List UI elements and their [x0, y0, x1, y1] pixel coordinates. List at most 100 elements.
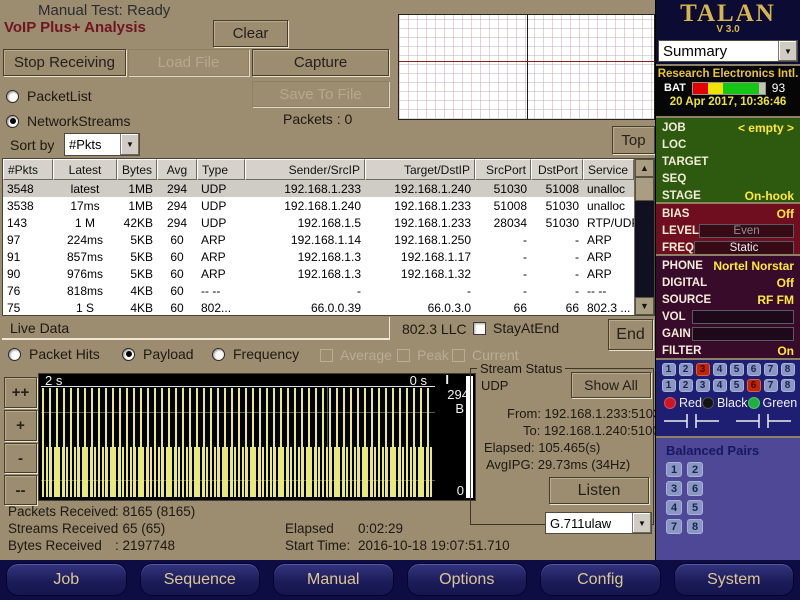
balanced-pair-button[interactable]: 4 [666, 500, 682, 515]
status-text: Manual Test: Ready [38, 2, 170, 19]
capture-button[interactable]: Capture [252, 49, 389, 76]
zoom-out-fast-button[interactable]: -- [4, 475, 37, 505]
chevron-down-icon[interactable]: ▼ [778, 41, 797, 61]
checkbox-average[interactable]: Average [320, 347, 392, 363]
balanced-pair-button[interactable]: 1 [666, 462, 682, 477]
column-header[interactable]: Avg [157, 159, 197, 180]
pair-number-button[interactable]: 4 [713, 379, 727, 392]
nav-sequence-button[interactable]: Sequence [140, 563, 261, 596]
listen-button[interactable]: Listen [549, 477, 649, 504]
top-button[interactable]: Top [612, 126, 655, 154]
scroll-down-icon[interactable]: ▼ [635, 297, 654, 315]
scroll-up-icon[interactable]: ▲ [635, 159, 654, 177]
zoom-out-button[interactable]: - [4, 443, 37, 473]
pair-number-button[interactable]: 7 [764, 363, 778, 376]
table-cell: - [531, 282, 583, 299]
table-cell: unalloc [583, 180, 634, 197]
pair-number-button[interactable]: 5 [730, 363, 744, 376]
pair-number-button[interactable]: 6 [747, 363, 761, 376]
column-header[interactable]: Latest [53, 159, 117, 180]
field-value[interactable] [692, 327, 794, 341]
balanced-pair-button[interactable]: 2 [687, 462, 703, 477]
pair-number-button[interactable]: 8 [781, 363, 795, 376]
radio-packet-hits[interactable]: Packet Hits [8, 346, 100, 362]
payload-cursor[interactable]: I [445, 372, 449, 387]
radio-payload[interactable]: Payload [122, 346, 194, 362]
radio-packet-list[interactable]: PacketList [6, 88, 92, 104]
codec-dropdown[interactable]: G.711ulaw ▼ [545, 512, 652, 534]
table-row[interactable]: 90976ms5KB60ARP192.168.1.3192.168.1.32--… [3, 265, 634, 282]
checkbox-stay-at-end[interactable]: StayAtEnd [473, 320, 559, 336]
show-all-button[interactable]: Show All [571, 372, 651, 398]
nav-config-button[interactable]: Config [540, 563, 661, 596]
nav-system-button[interactable]: System [674, 563, 795, 596]
nav-manual-button[interactable]: Manual [273, 563, 394, 596]
scroll-track[interactable] [635, 201, 654, 297]
save-to-file-button[interactable]: Save To File [252, 81, 389, 107]
page-title: VoIP Plus+ Analysis [4, 19, 146, 36]
table-row[interactable]: 3548latest1MB294UDP192.168.1.233192.168.… [3, 180, 634, 197]
pair-number-button[interactable]: 7 [764, 379, 778, 392]
field-value[interactable]: Static [694, 241, 794, 255]
sidebar-field: VOL [656, 308, 800, 325]
table-row[interactable]: 97224ms5KB60ARP192.168.1.14192.168.1.250… [3, 231, 634, 248]
pair-number-button[interactable]: 2 [679, 363, 693, 376]
pair-number-button[interactable]: 4 [713, 363, 727, 376]
table-cell: 60 [157, 265, 197, 282]
column-header[interactable]: DstPort [531, 159, 583, 180]
chevron-down-icon[interactable]: ▼ [632, 513, 651, 533]
pair-number-button[interactable]: 6 [747, 379, 761, 392]
clear-button[interactable]: Clear [213, 20, 288, 47]
table-cell: 192.168.1.32 [365, 265, 475, 282]
scroll-thumb[interactable] [635, 177, 654, 201]
balanced-pair-button[interactable]: 5 [687, 500, 703, 515]
field-value[interactable]: Even [699, 224, 794, 238]
table-row[interactable]: 1431 M42KB294UDP192.168.1.5192.168.1.233… [3, 214, 634, 231]
column-header[interactable]: Sender/SrcIP [245, 159, 365, 180]
radio-frequency[interactable]: Frequency [212, 346, 299, 362]
balanced-pair-button[interactable]: 3 [666, 481, 682, 496]
view-dropdown[interactable]: Summary ▼ [658, 40, 798, 62]
field-value[interactable] [692, 310, 794, 324]
nav-options-button[interactable]: Options [407, 563, 528, 596]
column-header[interactable]: Type [197, 159, 245, 180]
column-header[interactable]: Target/DstIP [365, 159, 475, 180]
pair-number-button[interactable]: 1 [662, 379, 676, 392]
column-header[interactable]: Bytes [117, 159, 157, 180]
table-scrollbar[interactable]: ▲ ▼ [634, 159, 654, 315]
stop-receiving-button[interactable]: Stop Receiving [3, 49, 126, 76]
balanced-pair-button[interactable]: 7 [666, 519, 682, 534]
end-button[interactable]: End [608, 319, 653, 350]
table-cell: 294 [157, 180, 197, 197]
pair-number-button[interactable]: 1 [662, 363, 676, 376]
table-cell: ARP [583, 231, 634, 248]
radio-dot [6, 90, 19, 103]
table-cell: 91 [3, 248, 53, 265]
pair-number-button[interactable]: 8 [781, 379, 795, 392]
pair-number-button[interactable]: 3 [696, 363, 710, 376]
packets-received-label: Packets Received [8, 504, 116, 519]
zoom-in-fast-button[interactable]: ++ [4, 377, 37, 408]
nav-job-button[interactable]: Job [6, 563, 127, 596]
pair-number-button[interactable]: 2 [679, 379, 693, 392]
table-row[interactable]: 353817ms1MB294UDP192.168.1.240192.168.1.… [3, 197, 634, 214]
balanced-pair-button[interactable]: 6 [687, 481, 703, 496]
payload-min-label: 0 [457, 483, 464, 498]
column-header[interactable]: Service [583, 159, 634, 180]
table-row[interactable]: 751 S4KB60802...66.0.0.3966.0.3.06666802… [3, 299, 634, 315]
live-data-label: Live Data [10, 320, 69, 336]
table-row[interactable]: 91857ms5KB60ARP192.168.1.3192.168.1.17--… [3, 248, 634, 265]
sort-dropdown[interactable]: #Pkts ▼ [64, 133, 140, 156]
load-file-button[interactable]: Load File [128, 49, 249, 76]
pair-number-button[interactable]: 3 [696, 379, 710, 392]
column-header[interactable]: #Pkts [3, 159, 53, 180]
chevron-down-icon[interactable]: ▼ [120, 134, 139, 155]
zoom-in-button[interactable]: + [4, 410, 37, 441]
radio-network-streams[interactable]: NetworkStreams [6, 113, 130, 129]
table-row[interactable]: 76818ms4KB60-- -------- -- [3, 282, 634, 299]
checkbox-peak[interactable]: Peak [397, 347, 449, 363]
pair-number-button[interactable]: 5 [730, 379, 744, 392]
radio-label: PacketList [27, 88, 92, 104]
balanced-pair-button[interactable]: 8 [687, 519, 703, 534]
column-header[interactable]: SrcPort [475, 159, 531, 180]
